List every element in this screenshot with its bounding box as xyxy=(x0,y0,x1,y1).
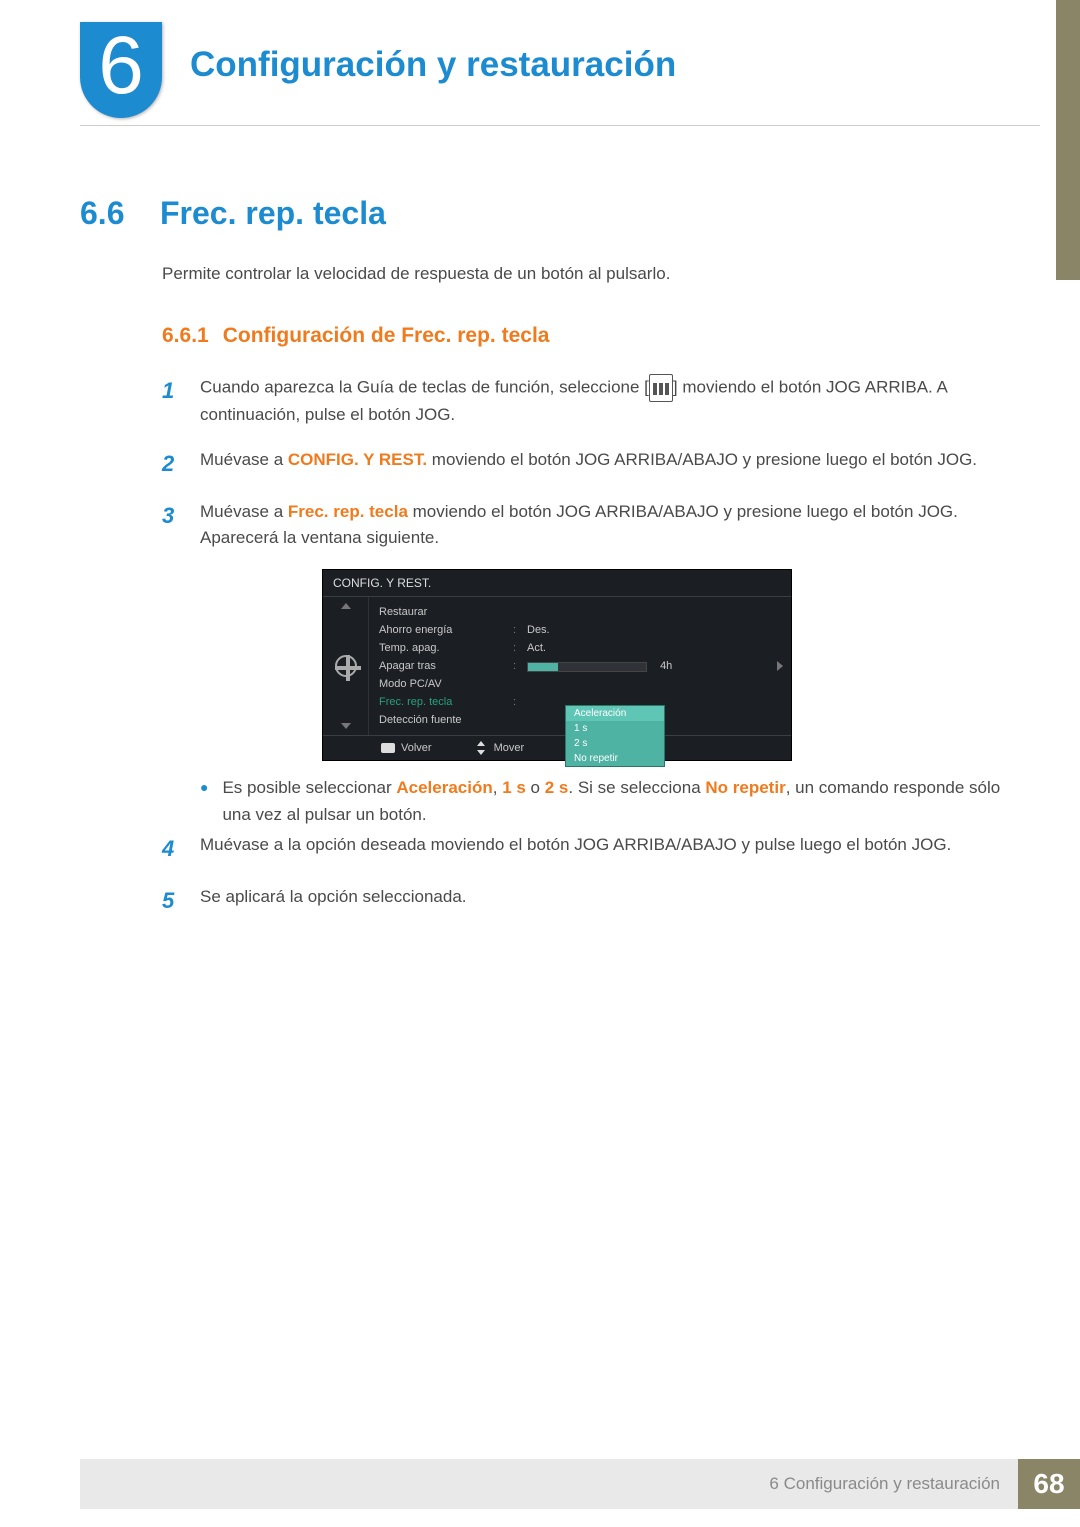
step-1: 1 Cuando aparezca la Guía de teclas de f… xyxy=(162,374,1020,429)
osd-value: Act. xyxy=(527,642,781,654)
bullet-body: Es posible seleccionar Aceleración, 1 s … xyxy=(222,775,1020,828)
osd-label: Modo PC/AV xyxy=(379,678,507,690)
page-footer: 6 Configuración y restauración 68 xyxy=(80,1459,1080,1509)
osd-body: Restaurar Ahorro energía : Des. Temp. ap… xyxy=(323,597,791,735)
highlight: Aceleración xyxy=(396,778,492,797)
text: o xyxy=(526,778,545,797)
osd-hint-label: Mover xyxy=(494,742,525,754)
chapter-title: Configuración y restauración xyxy=(190,45,676,85)
osd-dropdown-option: 2 s xyxy=(566,736,664,751)
step-number: 3 xyxy=(162,499,182,552)
step-body: Se aplicará la opción seleccionada. xyxy=(200,884,1020,918)
back-key-icon xyxy=(381,743,395,753)
osd-dropdown-option: No repetir xyxy=(566,751,664,766)
text: . Si se selecciona xyxy=(568,778,705,797)
text: Muévase a xyxy=(200,502,288,521)
section-title: Frec. rep. tecla xyxy=(160,195,386,232)
sidebar-accent xyxy=(1056,0,1080,280)
step-5: 5 Se aplicará la opción seleccionada. xyxy=(162,884,1020,918)
osd-screenshot: CONFIG. Y REST. Restaurar Ahorro energía… xyxy=(322,569,792,761)
arrow-down-icon xyxy=(341,723,351,729)
step-4: 4 Muévase a la opción deseada moviendo e… xyxy=(162,832,1020,866)
section-intro: Permite controlar la velocidad de respue… xyxy=(162,264,1020,284)
page-header: 6 Configuración y restauración xyxy=(0,0,1080,20)
steps-list: 1 Cuando aparezca la Guía de teclas de f… xyxy=(162,374,1020,918)
footer-breadcrumb: 6 Configuración y restauración xyxy=(80,1459,1018,1509)
text: , xyxy=(493,778,502,797)
colon: : xyxy=(513,660,521,672)
osd-dropdown-option: Aceleración xyxy=(566,706,664,721)
osd-menu-list: Restaurar Ahorro energía : Des. Temp. ap… xyxy=(369,597,791,735)
page-number: 68 xyxy=(1018,1459,1080,1509)
highlight: Frec. rep. tecla xyxy=(288,502,408,521)
osd-row-modo: Modo PC/AV xyxy=(369,675,791,693)
osd-label: Temp. apag. xyxy=(379,642,507,654)
step-number: 5 xyxy=(162,884,182,918)
osd-row-restaurar: Restaurar xyxy=(369,603,791,621)
osd-label: Ahorro energía xyxy=(379,624,507,636)
step-number: 2 xyxy=(162,447,182,481)
step-body: Muévase a la opción deseada moviendo el … xyxy=(200,832,1020,866)
section-number: 6.6 xyxy=(80,195,160,232)
subsection-heading: 6.6.1 Configuración de Frec. rep. tecla xyxy=(162,324,1020,348)
step-number: 4 xyxy=(162,832,182,866)
osd-dropdown: Aceleración 1 s 2 s No repetir xyxy=(565,705,665,767)
osd-label: Restaurar xyxy=(379,606,507,618)
slider-icon xyxy=(527,662,647,672)
slider-value: 4h xyxy=(660,660,672,672)
osd-value: 4h xyxy=(527,660,781,672)
osd-row-ahorro: Ahorro energía : Des. xyxy=(369,621,791,639)
highlight: CONFIG. Y REST. xyxy=(288,450,427,469)
highlight: No repetir xyxy=(705,778,785,797)
text: moviendo el botón JOG ARRIBA/ABAJO y pre… xyxy=(427,450,977,469)
osd-row-apagar: Apagar tras : 4h xyxy=(369,657,791,675)
bullet-icon: ● xyxy=(200,775,208,828)
subsection-number: 6.6.1 xyxy=(162,324,209,348)
bullet-note: ● Es posible seleccionar Aceleración, 1 … xyxy=(200,775,1020,828)
step-3: 3 Muévase a Frec. rep. tecla moviendo el… xyxy=(162,499,1020,552)
text: Muévase a xyxy=(200,450,288,469)
colon: : xyxy=(513,696,521,708)
osd-dropdown-option: 1 s xyxy=(566,721,664,736)
chapter-number-badge: 6 xyxy=(80,22,162,118)
section-heading: 6.6 Frec. rep. tecla xyxy=(80,195,1020,232)
menu-icon xyxy=(649,374,673,402)
content-area: 6.6 Frec. rep. tecla Permite controlar l… xyxy=(80,185,1020,936)
highlight: 1 s xyxy=(502,778,526,797)
step-body: Cuando aparezca la Guía de teclas de fun… xyxy=(200,374,1020,429)
osd-side-icon-panel xyxy=(323,597,369,735)
step-body: Muévase a Frec. rep. tecla moviendo el b… xyxy=(200,499,1020,552)
osd-value: Des. xyxy=(527,624,781,636)
step-body: Muévase a CONFIG. Y REST. moviendo el bo… xyxy=(200,447,1020,481)
osd-hint-mover: Mover xyxy=(474,741,525,755)
updown-key-icon xyxy=(474,741,488,755)
highlight: 2 s xyxy=(545,778,569,797)
arrow-up-icon xyxy=(341,603,351,609)
osd-row-temp: Temp. apag. : Act. xyxy=(369,639,791,657)
gear-icon xyxy=(335,655,357,677)
text: Es posible seleccionar xyxy=(222,778,396,797)
osd-label: Apagar tras xyxy=(379,660,507,672)
osd-footer: Volver Mover Intro xyxy=(323,735,791,760)
osd-label: Frec. rep. tecla xyxy=(379,696,507,708)
step-2: 2 Muévase a CONFIG. Y REST. moviendo el … xyxy=(162,447,1020,481)
osd-hint-label: Volver xyxy=(401,742,432,754)
osd-title: CONFIG. Y REST. xyxy=(323,570,791,597)
step-number: 1 xyxy=(162,374,182,429)
osd-label: Detección fuente xyxy=(379,714,507,726)
colon: : xyxy=(513,624,521,636)
colon: : xyxy=(513,642,521,654)
text: Cuando aparezca la Guía de teclas de fun… xyxy=(200,378,649,397)
header-divider xyxy=(80,125,1040,126)
chevron-right-icon xyxy=(777,661,783,671)
osd-hint-volver: Volver xyxy=(381,741,432,755)
subsection-title: Configuración de Frec. rep. tecla xyxy=(223,324,550,348)
